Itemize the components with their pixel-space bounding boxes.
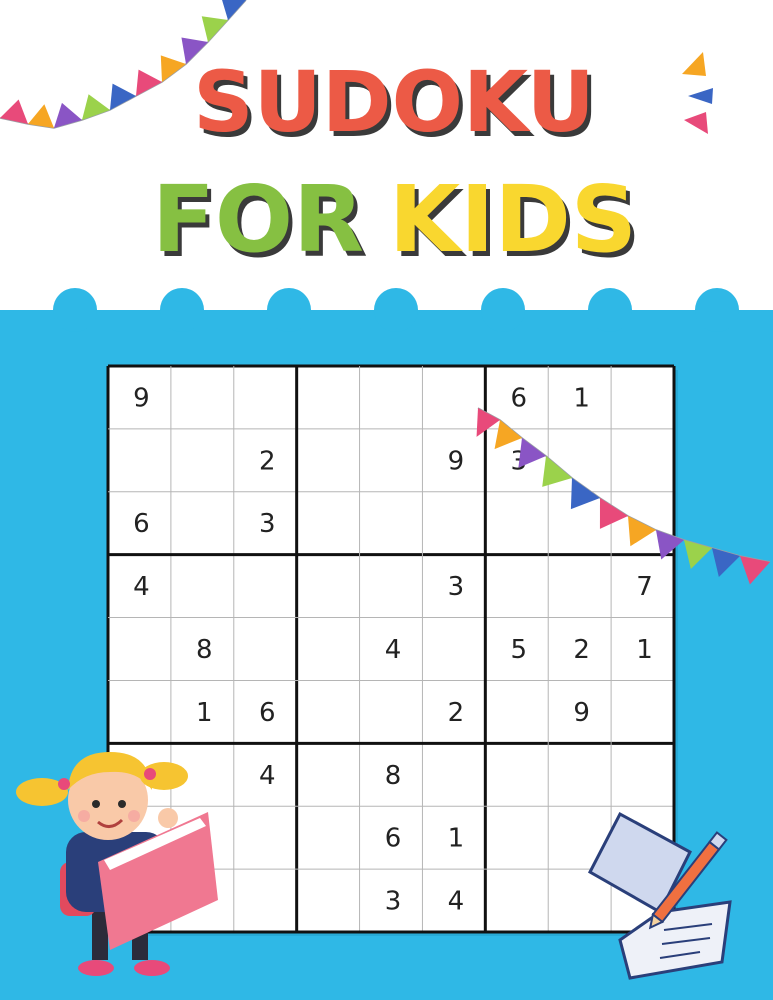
scallop xyxy=(267,288,311,332)
scallop xyxy=(160,288,204,332)
cell-number: 2 xyxy=(259,446,276,476)
title-for: FOR xyxy=(152,166,364,273)
cell-number: 9 xyxy=(133,383,150,413)
cell-number: 6 xyxy=(259,698,276,728)
cell-number: 4 xyxy=(133,572,150,602)
scallop xyxy=(695,288,739,332)
scallop xyxy=(374,288,418,332)
cell-number: 9 xyxy=(448,446,465,476)
bunting-flag xyxy=(82,94,110,120)
scallop xyxy=(53,288,97,332)
cell-number: 8 xyxy=(196,635,213,665)
cell-number: 6 xyxy=(133,509,150,539)
cell-number: 1 xyxy=(448,824,465,854)
bunting-flag xyxy=(0,99,28,124)
cell-number: 3 xyxy=(259,509,276,539)
scallop xyxy=(588,288,632,332)
cell-number: 2 xyxy=(573,635,590,665)
cell-number: 6 xyxy=(385,824,402,854)
cell-number: 2 xyxy=(448,698,465,728)
cell-number: 1 xyxy=(196,698,213,728)
bunting-flag xyxy=(136,69,162,96)
bunting-flag xyxy=(28,104,54,128)
scallop xyxy=(481,288,525,332)
bunting-flag xyxy=(201,16,228,42)
cell-number: 3 xyxy=(448,572,465,602)
cell-number: 9 xyxy=(573,698,590,728)
title-sudoku: SUDOKU xyxy=(193,53,595,151)
cell-number: 5 xyxy=(511,635,528,665)
cell-number: 4 xyxy=(385,635,402,665)
title-kids: KIDS xyxy=(389,166,637,273)
cell-number: 1 xyxy=(636,635,653,665)
cell-number: 7 xyxy=(636,572,653,602)
title-line-2: FOR FOR KIDS KIDS xyxy=(152,166,641,278)
cell-number: 4 xyxy=(448,887,465,917)
cell-number: 4 xyxy=(259,761,276,791)
bunting-flag xyxy=(160,55,186,82)
cell-number: 6 xyxy=(511,383,528,413)
title-line-1: SUDOKU SUDOKU xyxy=(193,53,599,156)
bunting-flag xyxy=(110,83,136,110)
cell-number: 1 xyxy=(573,383,590,413)
cell-number: 8 xyxy=(385,761,402,791)
confetti-icon xyxy=(682,52,713,134)
bunting-flag xyxy=(222,0,246,20)
cell-number: 3 xyxy=(385,887,402,917)
book-cover: SUDOKU SUDOKU FOR FOR KIDS KIDS 9 6 1 2 9 3 6 3… xyxy=(0,0,773,1000)
